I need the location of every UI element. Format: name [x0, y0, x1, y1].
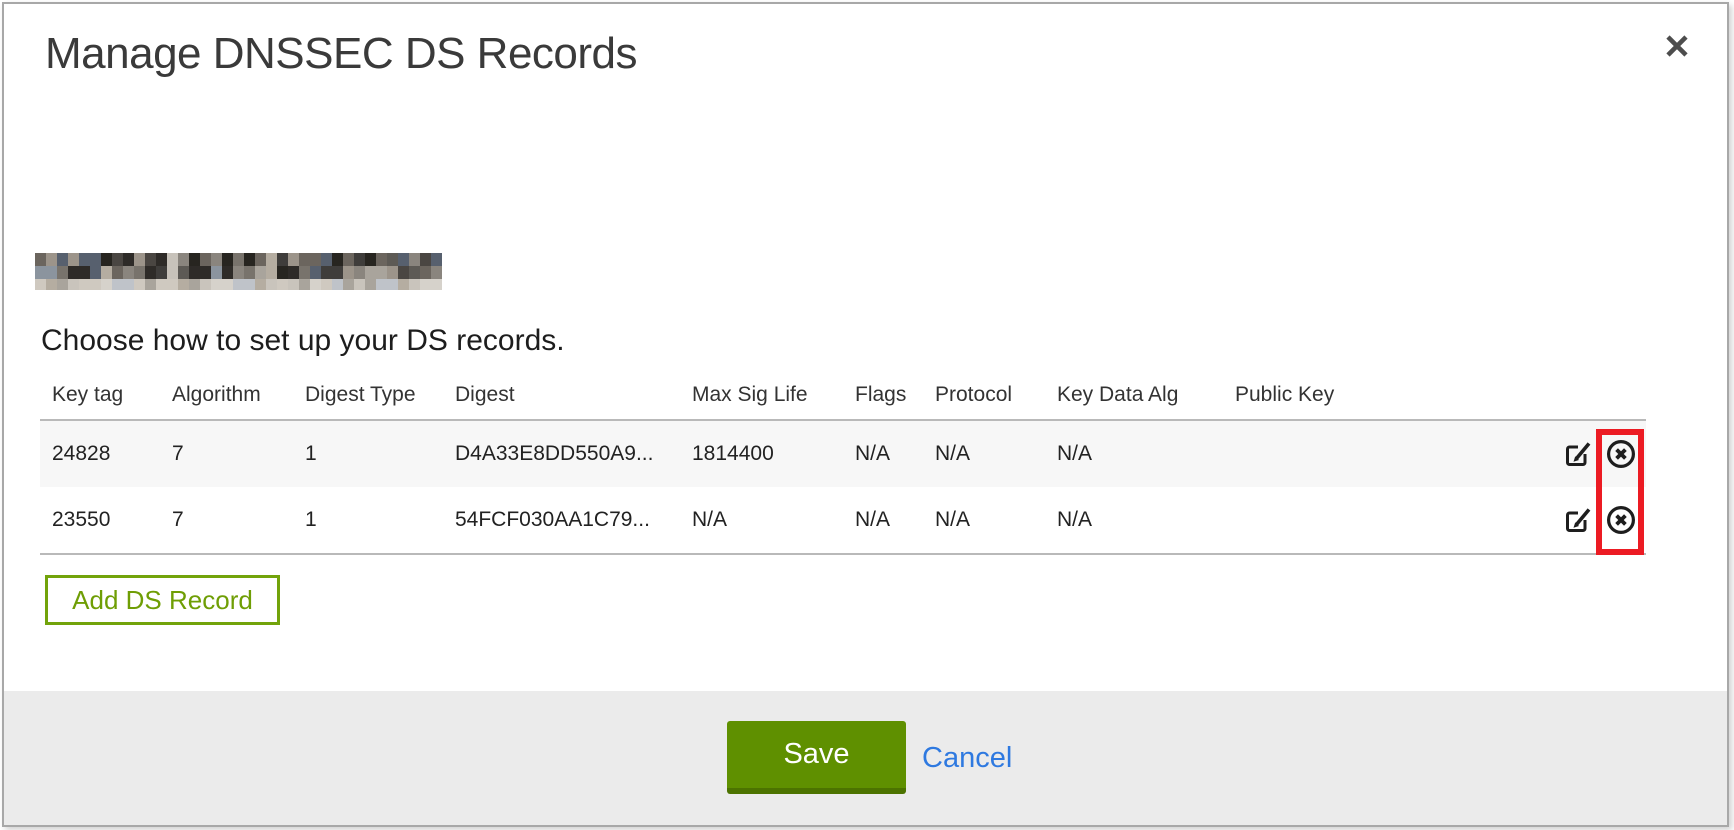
column-header-public-key: Public Key — [1223, 370, 1472, 420]
cell-actions — [1472, 420, 1646, 487]
cell-max-sig-life: 1814400 — [680, 420, 843, 487]
cell-key-tag: 24828 — [40, 420, 160, 487]
cell-key-data-alg: N/A — [1045, 487, 1223, 554]
cell-digest-type: 1 — [293, 487, 443, 554]
table-row: 24828 7 1 D4A33E8DD550A9... 1814400 N/A … — [40, 420, 1646, 487]
delete-record-icon[interactable] — [1605, 438, 1637, 470]
close-button[interactable] — [1663, 32, 1691, 60]
table-header-row: Key tag Algorithm Digest Type Digest Max… — [40, 370, 1646, 420]
column-header-protocol: Protocol — [923, 370, 1045, 420]
cell-public-key — [1223, 487, 1472, 554]
modal-footer: Save Cancel — [4, 691, 1727, 825]
cell-digest-type: 1 — [293, 420, 443, 487]
table-row: 23550 7 1 54FCF030AA1C79... N/A N/A N/A … — [40, 487, 1646, 554]
cancel-link[interactable]: Cancel — [922, 691, 1012, 825]
edit-record-icon[interactable] — [1562, 438, 1594, 470]
cell-algorithm: 7 — [160, 420, 293, 487]
column-header-digest-type: Digest Type — [293, 370, 443, 420]
cell-protocol: N/A — [923, 487, 1045, 554]
add-ds-record-button[interactable]: Add DS Record — [45, 575, 280, 625]
cell-actions — [1472, 487, 1646, 554]
delete-record-icon[interactable] — [1605, 504, 1637, 536]
column-header-max-sig-life: Max Sig Life — [680, 370, 843, 420]
column-header-flags: Flags — [843, 370, 923, 420]
column-header-algorithm: Algorithm — [160, 370, 293, 420]
ds-records-table: Key tag Algorithm Digest Type Digest Max… — [40, 370, 1646, 555]
cell-max-sig-life: N/A — [680, 487, 843, 554]
cell-digest: D4A33E8DD550A9... — [443, 420, 680, 487]
cell-flags: N/A — [843, 420, 923, 487]
save-button[interactable]: Save — [727, 721, 906, 794]
instruction-text: Choose how to set up your DS records. — [41, 324, 565, 358]
cell-key-tag: 23550 — [40, 487, 160, 554]
edit-record-icon[interactable] — [1562, 504, 1594, 536]
column-header-actions — [1472, 370, 1646, 420]
column-header-key-tag: Key tag — [40, 370, 160, 420]
cell-protocol: N/A — [923, 420, 1045, 487]
cell-key-data-alg: N/A — [1045, 420, 1223, 487]
cell-digest: 54FCF030AA1C79... — [443, 487, 680, 554]
column-header-digest: Digest — [443, 370, 680, 420]
cell-flags: N/A — [843, 487, 923, 554]
cell-public-key — [1223, 420, 1472, 487]
cell-algorithm: 7 — [160, 487, 293, 554]
redacted-domain — [35, 253, 442, 290]
modal-title: Manage DNSSEC DS Records — [45, 30, 637, 78]
close-icon — [1663, 32, 1691, 60]
dnssec-ds-records-modal: Manage DNSSEC DS Records Choose how to s… — [2, 2, 1729, 827]
column-header-key-data-alg: Key Data Alg — [1045, 370, 1223, 420]
